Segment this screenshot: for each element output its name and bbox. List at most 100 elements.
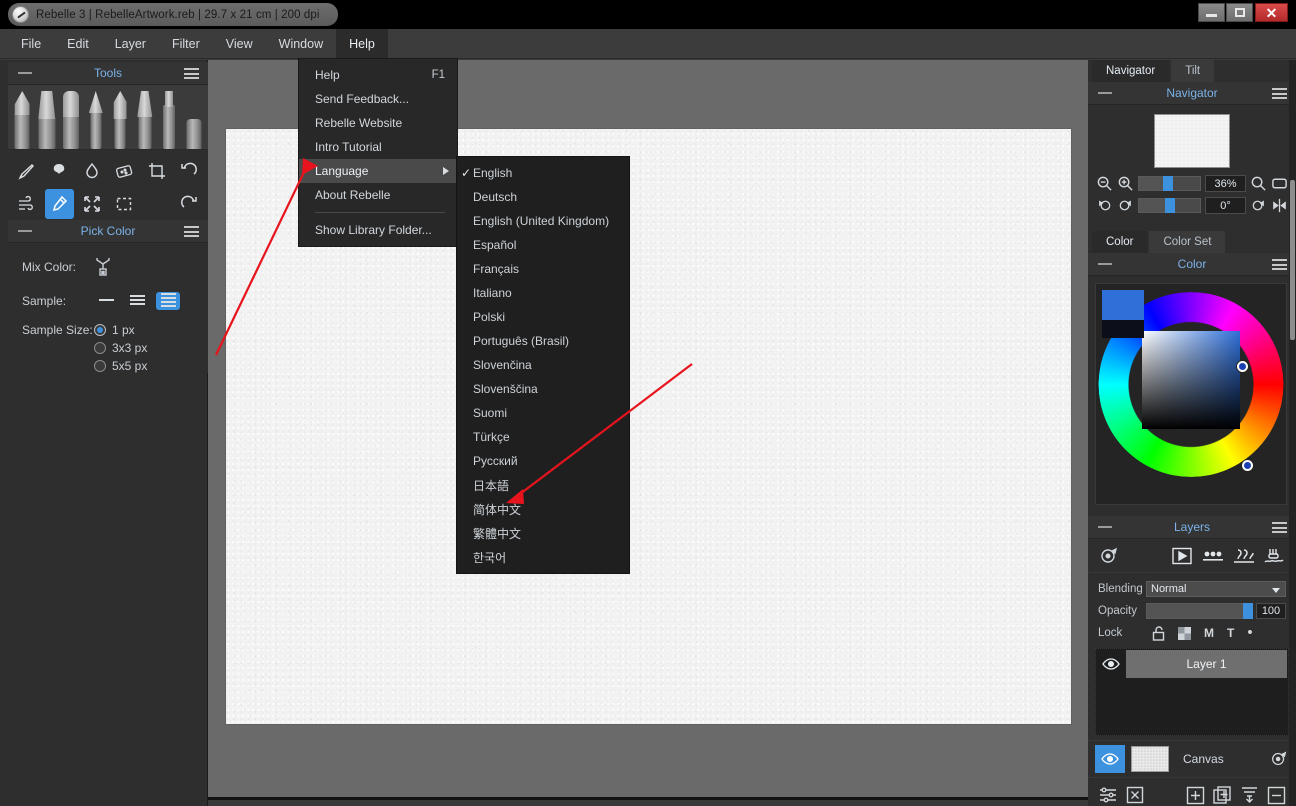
- language-item-italiano[interactable]: Italiano: [457, 281, 629, 305]
- brush-preset[interactable]: [11, 89, 34, 149]
- reset-rotation-icon[interactable]: [1250, 197, 1267, 214]
- language-item-suomi[interactable]: Suomi: [457, 401, 629, 425]
- language-item-english-uk[interactable]: English (United Kingdom): [457, 209, 629, 233]
- language-item-korean[interactable]: 한국어: [457, 545, 629, 569]
- brush-preset[interactable]: [158, 89, 181, 149]
- hue-ring-handle[interactable]: [1242, 460, 1253, 471]
- radio-icon[interactable]: [94, 360, 106, 372]
- menu-window[interactable]: Window: [266, 29, 336, 58]
- undo-tool[interactable]: [175, 156, 205, 186]
- brush-preset[interactable]: [134, 89, 157, 149]
- help-menu-item-rebelle-website[interactable]: Rebelle Website: [299, 111, 457, 135]
- zoom-out-icon[interactable]: [1096, 175, 1113, 192]
- help-menu-item-help[interactable]: Help F1: [299, 63, 457, 87]
- language-item-japanese[interactable]: 日本語: [457, 473, 629, 497]
- collapse-icon[interactable]: [18, 230, 32, 232]
- language-item-english[interactable]: ✓ English: [457, 161, 629, 185]
- brush-preset[interactable]: [60, 89, 83, 149]
- language-item-espanol[interactable]: Español: [457, 233, 629, 257]
- clear-layer-icon[interactable]: [1126, 786, 1144, 804]
- lock-transparency-icon[interactable]: [1178, 627, 1191, 640]
- rotate-cw-icon[interactable]: [1117, 197, 1134, 214]
- sample-size-option-5x5[interactable]: 5x5 px: [94, 359, 147, 373]
- blending-select[interactable]: Normal: [1146, 581, 1286, 597]
- layer-visibility-toggle[interactable]: [1096, 657, 1126, 671]
- tab-color-set[interactable]: Color Set: [1149, 231, 1225, 253]
- redo-tool[interactable]: [175, 189, 205, 219]
- smudge-tool[interactable]: [45, 156, 75, 186]
- zoom-value[interactable]: 36%: [1205, 175, 1246, 192]
- language-item-francais[interactable]: Français: [457, 257, 629, 281]
- navigator-thumbnail[interactable]: [1154, 114, 1230, 168]
- collapse-icon[interactable]: [1098, 263, 1112, 265]
- right-dock-scrollbar[interactable]: [1289, 60, 1296, 806]
- language-item-turkce[interactable]: Türkçe: [457, 425, 629, 449]
- canvas-settings-icon[interactable]: [1269, 749, 1289, 769]
- minimize-button[interactable]: [1198, 3, 1225, 22]
- close-button[interactable]: ✕: [1255, 3, 1288, 22]
- menu-help[interactable]: Help: [336, 29, 388, 58]
- right-dock-scrollbar-thumb[interactable]: [1290, 180, 1295, 340]
- dry-play-icon[interactable]: [1171, 546, 1193, 566]
- tab-color[interactable]: Color: [1092, 231, 1147, 253]
- language-item-traditional-chinese[interactable]: 繁體中文: [457, 521, 629, 545]
- eraser-tool[interactable]: [110, 156, 140, 186]
- flip-horizontal-icon[interactable]: [1271, 197, 1288, 214]
- layers-panel-menu-icon[interactable]: [1272, 522, 1287, 533]
- layer-name[interactable]: Layer 1: [1126, 650, 1287, 678]
- maximize-button[interactable]: [1226, 3, 1253, 22]
- language-item-polski[interactable]: Polski: [457, 305, 629, 329]
- foreground-color-swatch[interactable]: [1102, 290, 1144, 320]
- menu-filter[interactable]: Filter: [159, 29, 213, 58]
- menu-edit[interactable]: Edit: [54, 29, 102, 58]
- layer-tracing-icon[interactable]: [1098, 545, 1120, 567]
- merge-down-icon[interactable]: [1240, 786, 1259, 805]
- language-item-slovencina[interactable]: Slovenčina: [457, 353, 629, 377]
- help-menu-item-intro-tutorial[interactable]: Intro Tutorial: [299, 135, 457, 159]
- language-item-deutsch[interactable]: Deutsch: [457, 185, 629, 209]
- duplicate-layer-icon[interactable]: [1213, 786, 1232, 805]
- sample-current-layer-button[interactable]: [94, 292, 118, 310]
- layer-list[interactable]: Layer 1: [1095, 648, 1289, 736]
- dry-drops-icon[interactable]: [1202, 546, 1224, 566]
- transform-tool[interactable]: [77, 189, 107, 219]
- menu-layer[interactable]: Layer: [102, 29, 159, 58]
- sample-visible-layers-button[interactable]: [125, 292, 149, 310]
- collapse-icon[interactable]: [18, 72, 32, 74]
- language-item-portugues-brasil[interactable]: Português (Brasil): [457, 329, 629, 353]
- radio-icon[interactable]: [94, 342, 106, 354]
- dry-heat-icon[interactable]: [1233, 546, 1255, 566]
- pick-color-panel-menu-icon[interactable]: [184, 226, 199, 237]
- color-panel-menu-icon[interactable]: [1272, 259, 1287, 270]
- mix-color-icon[interactable]: [94, 255, 112, 279]
- layer-settings-icon[interactable]: [1098, 785, 1118, 805]
- square-picker-handle[interactable]: [1237, 361, 1248, 372]
- language-item-russian[interactable]: Русский: [457, 449, 629, 473]
- actual-size-icon[interactable]: [1271, 175, 1288, 192]
- sample-all-layers-button[interactable]: [156, 292, 180, 310]
- opacity-slider[interactable]: [1146, 603, 1252, 619]
- navigator-panel-menu-icon[interactable]: [1272, 88, 1287, 99]
- tab-tilt[interactable]: Tilt: [1171, 60, 1214, 82]
- color-picker-stage[interactable]: [1095, 283, 1287, 505]
- wet-canvas-icon[interactable]: [1264, 546, 1286, 566]
- language-item-slovenscina[interactable]: Slovenščina: [457, 377, 629, 401]
- selection-tool[interactable]: [110, 189, 140, 219]
- layer-list-item[interactable]: Layer 1: [1096, 649, 1288, 679]
- collapse-icon[interactable]: [1098, 92, 1112, 94]
- lock-dot-icon[interactable]: •: [1247, 629, 1252, 637]
- canvas-visibility-toggle[interactable]: [1095, 745, 1125, 773]
- brush-preset[interactable]: [109, 89, 132, 149]
- add-layer-icon[interactable]: [1186, 786, 1205, 805]
- menu-view[interactable]: View: [213, 29, 266, 58]
- delete-layer-icon[interactable]: [1267, 786, 1286, 805]
- help-menu-item-about-rebelle[interactable]: About Rebelle: [299, 183, 457, 207]
- rotation-value[interactable]: 0°: [1205, 197, 1246, 214]
- radio-icon[interactable]: [94, 324, 106, 336]
- palette-knife-tool[interactable]: [12, 156, 42, 186]
- brush-preset[interactable]: [183, 89, 206, 149]
- crop-tool[interactable]: [142, 156, 172, 186]
- fit-to-screen-icon[interactable]: [1250, 175, 1267, 192]
- collapse-icon[interactable]: [1098, 526, 1112, 528]
- pick-color-tool[interactable]: [45, 189, 75, 219]
